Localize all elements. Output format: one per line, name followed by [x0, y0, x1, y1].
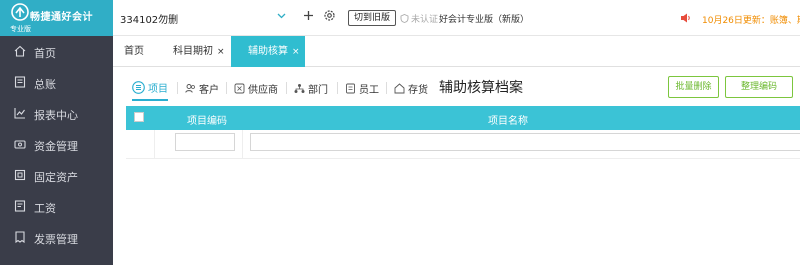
employee-icon [346, 83, 355, 93]
invoice-icon [15, 231, 25, 243]
speaker-icon [681, 13, 690, 23]
sidebar-item-home[interactable]: 首页 [0, 36, 113, 67]
table-row [126, 130, 800, 159]
customer-icon [185, 83, 195, 93]
verification-label: 未认证 [411, 15, 439, 25]
salary-icon [14, 200, 26, 212]
subtab-customer[interactable]: 客户 [185, 75, 219, 101]
tab-home[interactable]: 首页 [113, 36, 155, 67]
table-header: 项目编码 项目名称 [126, 106, 800, 130]
batch-delete-button[interactable]: 批量删除 [668, 76, 719, 98]
sidebar-item-salary[interactable]: 工资 [0, 191, 113, 222]
subtab-inventory[interactable]: 存货 [394, 75, 428, 101]
divider [242, 130, 243, 159]
tab-opening-balance[interactable]: 科目期初 × [162, 36, 236, 67]
sidebar-item-reports[interactable]: 报表中心 [0, 98, 113, 129]
sidebar-item-ledger[interactable]: 总账 [0, 67, 113, 98]
subtab-label: 员工 [359, 84, 379, 96]
project-code-input[interactable] [175, 133, 235, 151]
department-icon [294, 83, 305, 93]
switch-old-version-button[interactable]: 切到旧版 [348, 10, 397, 26]
divider [177, 82, 178, 94]
divider [337, 82, 338, 94]
edition-label: 好会计专业版（新版） [439, 15, 530, 25]
tab-label: 科目期初 [173, 46, 213, 57]
divider [226, 82, 227, 94]
gear-icon[interactable] [323, 9, 336, 22]
company-selector[interactable]: 334102勿删 [120, 11, 178, 26]
logo-icon [11, 3, 29, 21]
subtab-supplier[interactable]: 供应商 [234, 75, 278, 101]
money-icon [14, 140, 26, 149]
asset-icon [14, 169, 26, 181]
ledger-icon [14, 76, 26, 88]
sidebar-item-label: 发票管理 [34, 233, 78, 246]
list-icon [132, 80, 145, 94]
close-icon[interactable]: × [217, 47, 225, 57]
brand-sub: 专业版 [10, 25, 31, 33]
sidebar-item-label: 首页 [34, 47, 56, 60]
divider [154, 130, 155, 159]
subtab-department[interactable]: 部门 [294, 75, 328, 101]
sidebar-item-label: 报表中心 [34, 109, 78, 122]
supplier-icon [234, 83, 245, 93]
sidebar-item-invoices[interactable]: 发票管理 [0, 222, 113, 253]
subtab-project[interactable]: 项目 [132, 75, 168, 101]
sidebar-item-label: 固定资产 [34, 171, 78, 184]
tab-bar: 首页 科目期初 × 辅助核算 × [113, 36, 800, 67]
chevron-down-icon[interactable] [276, 10, 287, 21]
brand-logo[interactable]: 畅捷通好会计 专业版 [0, 0, 113, 36]
subtab-label: 客户 [199, 84, 219, 96]
column-header-code: 项目编码 [187, 116, 227, 127]
home-icon [14, 45, 26, 57]
subtab-label: 供应商 [248, 84, 278, 96]
sidebar-item-label: 总账 [34, 78, 56, 91]
tab-label: 首页 [124, 46, 144, 57]
project-name-input[interactable] [250, 133, 800, 151]
update-notice[interactable]: 10月26日更新：账簿、期末 [702, 13, 800, 26]
subtab-employee[interactable]: 员工 [345, 75, 379, 101]
chart-icon [14, 108, 25, 119]
inventory-icon [394, 82, 405, 93]
select-all-checkbox[interactable] [134, 112, 144, 122]
column-header-name: 项目名称 [488, 116, 528, 127]
top-bar: 334102勿删 切到旧版 未认证 好会计专业版（新版） 10月26日更新：账簿… [113, 0, 800, 36]
sidebar-item-label: 工资 [34, 202, 56, 215]
divider [386, 82, 387, 94]
reorder-codes-button[interactable]: 整理编码 [725, 76, 793, 98]
tab-auxiliary-accounting[interactable]: 辅助核算 × [231, 36, 305, 67]
app-root: 畅捷通好会计 专业版 首页 总账 报表中心 资金管理 固定资产 工资 发票管理 … [0, 0, 800, 265]
page-title: 辅助核算档案 [439, 80, 523, 96]
close-icon[interactable]: × [292, 47, 300, 57]
divider [286, 82, 287, 94]
sidebar-item-label: 资金管理 [34, 140, 78, 153]
subtab-label: 项目 [148, 83, 168, 95]
sidebar-item-funds[interactable]: 资金管理 [0, 129, 113, 160]
shield-icon [400, 14, 409, 23]
subtab-label: 存货 [408, 84, 428, 96]
brand-name: 畅捷通好会计 [30, 12, 93, 23]
verification-status[interactable]: 未认证 [400, 12, 438, 25]
plus-icon[interactable] [302, 9, 315, 22]
sidebar: 畅捷通好会计 专业版 首页 总账 报表中心 资金管理 固定资产 工资 发票管理 [0, 0, 113, 265]
sidebar-item-assets[interactable]: 固定资产 [0, 160, 113, 191]
subtab-label: 部门 [308, 84, 328, 96]
tab-label: 辅助核算 [248, 46, 288, 57]
